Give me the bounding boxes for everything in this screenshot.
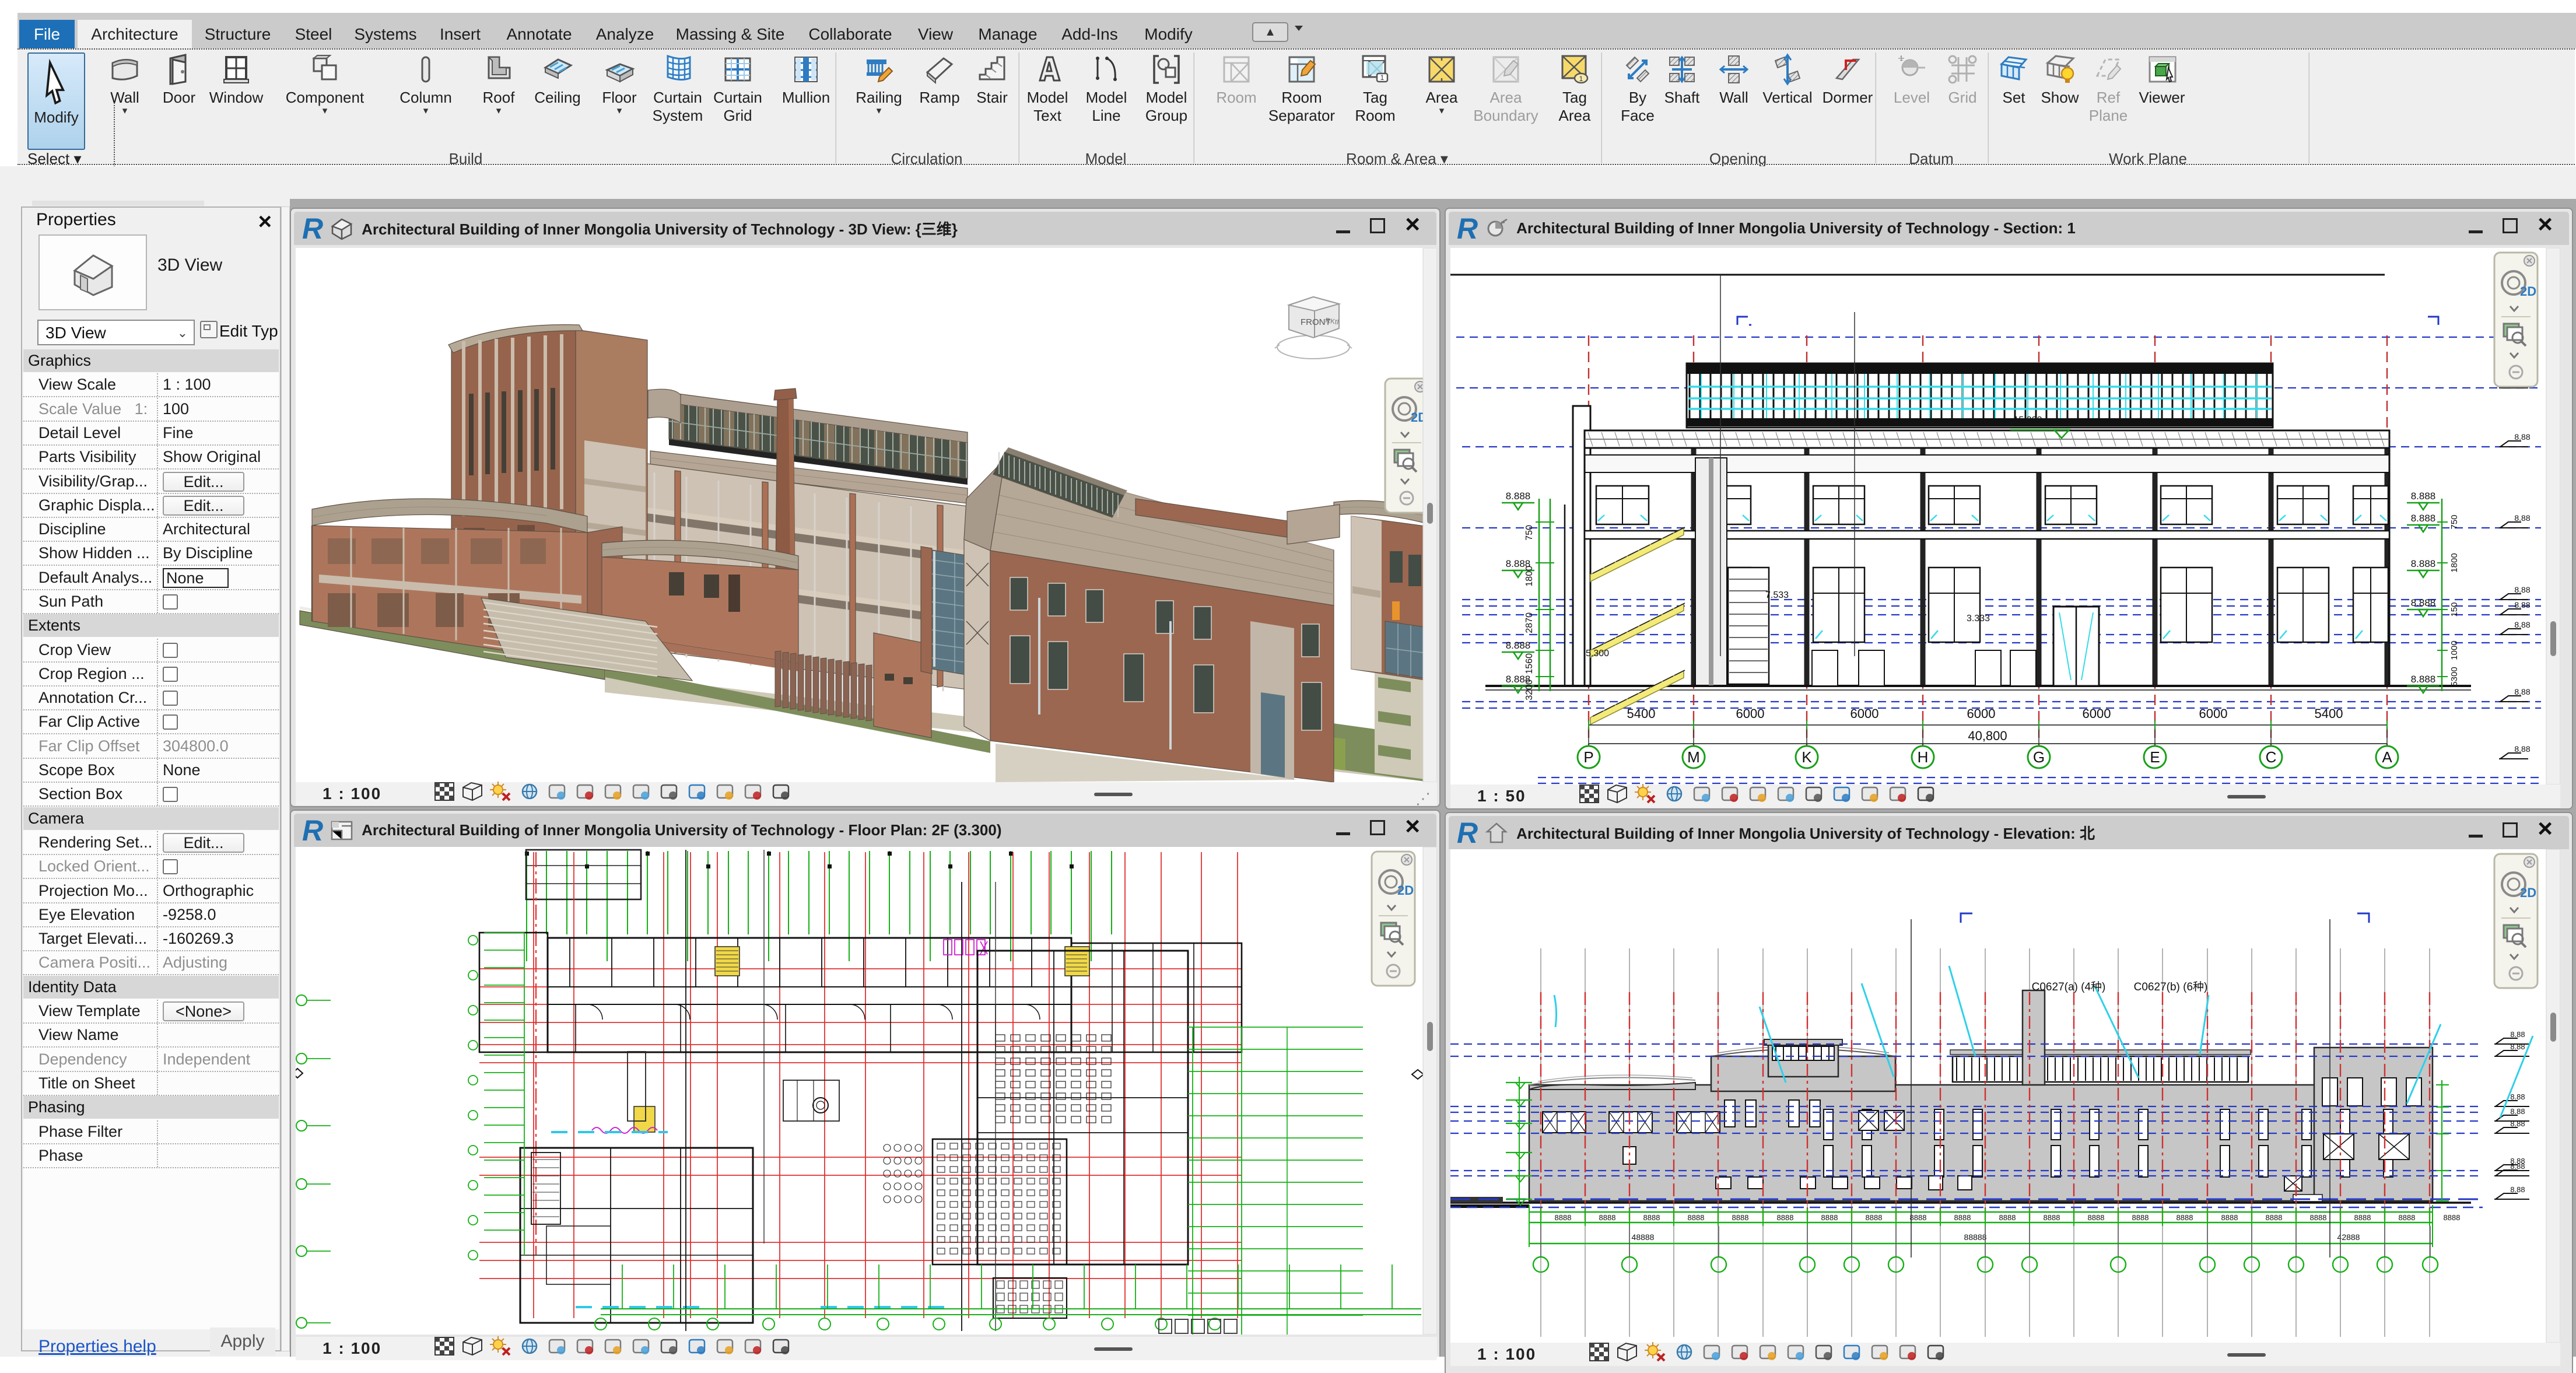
svg-text:E: E [2150,748,2160,766]
svg-text:8.88: 8.88 [2514,585,2530,594]
svg-text:8888: 8888 [1643,1213,1660,1222]
svg-text:6000: 6000 [1736,706,1765,721]
svg-text:8888: 8888 [2221,1213,2238,1222]
svg-text:8.888: 8.888 [2411,491,2436,502]
svg-text:5300: 5300 [2449,667,2459,686]
svg-text:8.88: 8.88 [2514,432,2530,442]
svg-text:8.888: 8.888 [2411,513,2436,524]
svg-text:8888: 8888 [2399,1213,2416,1222]
svg-text:8888: 8888 [1910,1213,1927,1222]
svg-text:8.88: 8.88 [2510,1030,2525,1039]
svg-text:8.88: 8.88 [2514,513,2530,523]
svg-text:8.888: 8.888 [1506,491,1531,502]
svg-text:8888: 8888 [2044,1213,2060,1222]
svg-text:1000: 1000 [2449,640,2459,660]
svg-text:8888: 8888 [2444,1213,2461,1222]
svg-text:5400: 5400 [1627,706,1656,721]
svg-text:8.88: 8.88 [2510,1185,2525,1194]
svg-text:3200: 3200 [1524,680,1534,700]
svg-text:6000: 6000 [2199,706,2228,721]
svg-text:1: 1 [1899,54,1904,62]
svg-text:C: C [2266,748,2277,766]
svg-text:5400: 5400 [2315,706,2343,721]
svg-text:88888: 88888 [1964,1232,1987,1242]
svg-text:8888: 8888 [1999,1213,2016,1222]
svg-text:M: M [1687,748,1700,766]
svg-text:8888: 8888 [1954,1213,1971,1222]
svg-text:40,800: 40,800 [1968,728,2007,743]
svg-text:6000: 6000 [1967,706,1996,721]
svg-text:8888: 8888 [2266,1213,2283,1222]
svg-text:6000: 6000 [2083,706,2111,721]
svg-text:8.888: 8.888 [2411,674,2436,685]
svg-text:8888: 8888 [1732,1213,1749,1222]
svg-text:2D: 2D [2520,284,2536,299]
svg-text:8.88: 8.88 [2510,1107,2525,1116]
svg-text:1800: 1800 [2449,553,2459,572]
svg-text:1560: 1560 [1524,653,1534,674]
svg-text:8888: 8888 [2177,1213,2193,1222]
svg-text:150: 150 [2449,602,2459,617]
svg-text:6000: 6000 [1850,706,1879,721]
svg-text:8888: 8888 [1555,1213,1572,1222]
svg-text:750: 750 [1524,525,1534,541]
svg-text:7.533: 7.533 [1765,590,1789,600]
svg-text:8.88: 8.88 [2514,600,2530,610]
svg-text:8.88: 8.88 [2514,744,2530,754]
svg-text:8.88: 8.88 [2510,1119,2525,1128]
svg-text:750: 750 [2449,514,2459,529]
svg-text:8.888: 8.888 [2411,558,2436,569]
svg-text:8.88: 8.88 [2514,687,2530,696]
svg-text:8888: 8888 [1599,1213,1616,1222]
svg-text:2D: 2D [1397,883,1414,898]
svg-text:8888: 8888 [2088,1213,2105,1222]
svg-text:8888: 8888 [2132,1213,2149,1222]
svg-text:8.88: 8.88 [2514,620,2530,629]
svg-text:8.88: 8.88 [2510,1162,2525,1171]
svg-text:2870: 2870 [1524,612,1534,633]
svg-text:8.888: 8.888 [1506,640,1531,651]
svg-text:5.300: 5.300 [1586,649,1609,659]
svg-text:1: 1 [1380,73,1385,82]
svg-text:K: K [1802,748,1812,766]
svg-text:8888: 8888 [1821,1213,1838,1222]
svg-text:8888: 8888 [1688,1213,1705,1222]
svg-text:8.888: 8.888 [2411,597,2436,608]
svg-text:8.88: 8.88 [2510,1092,2525,1101]
svg-text:8888: 8888 [1777,1213,1794,1222]
svg-text:8.88: 8.88 [2510,1042,2525,1051]
svg-text:P: P [1583,748,1593,766]
svg-text:8888: 8888 [2310,1213,2327,1222]
svg-text:H: H [1918,748,1929,766]
svg-text:48888: 48888 [1632,1232,1655,1242]
svg-text:A: A [2382,748,2392,766]
svg-text:1: 1 [1579,75,1583,83]
svg-text:8888: 8888 [1866,1213,1883,1222]
svg-text:C0627(b) (6种): C0627(b) (6种) [2134,980,2208,993]
svg-text:8888: 8888 [2354,1213,2371,1222]
svg-text:G: G [2033,748,2045,766]
svg-text:2D: 2D [2520,885,2536,900]
svg-text:C0627(a) (4种): C0627(a) (4种) [2032,980,2106,993]
svg-text:3.333: 3.333 [1967,614,1990,624]
svg-text:1800: 1800 [1524,566,1534,587]
svg-text:15.333: 15.333 [2014,415,2042,425]
